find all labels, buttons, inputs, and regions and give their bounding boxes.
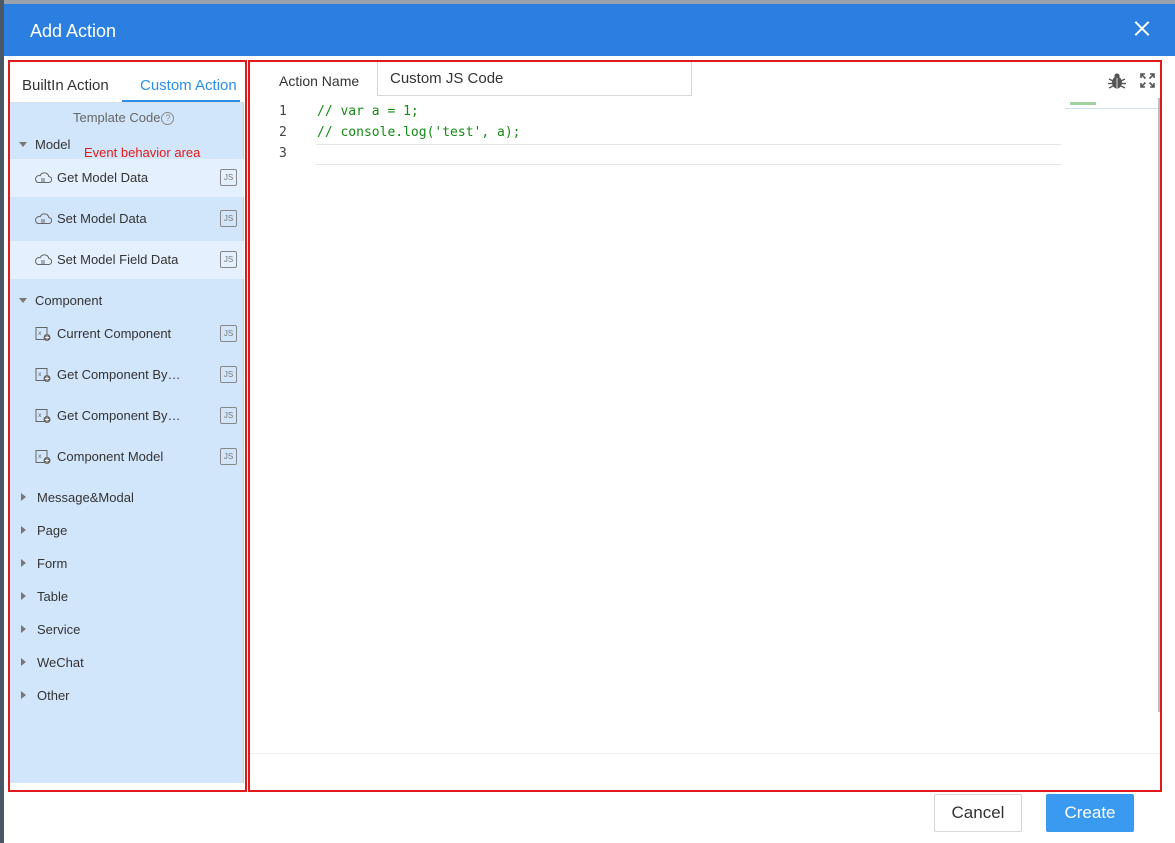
item-label: Get Component By… (57, 367, 181, 382)
caret-down-icon (19, 142, 27, 147)
js-preview-icon[interactable]: JS (220, 366, 237, 383)
action-name-label: Action Name (279, 73, 360, 89)
dialog-header: Add Action (4, 4, 1175, 56)
cancel-button[interactable]: Cancel (934, 794, 1022, 832)
close-icon[interactable] (1129, 16, 1155, 42)
item-label: Get Component By… (57, 408, 181, 423)
svg-text:x: x (38, 330, 42, 337)
svg-text:x: x (38, 453, 42, 460)
tree-group-page[interactable]: Page (19, 523, 67, 538)
tree-item-get-component-by-1[interactable]: x Get Component By… JS (9, 356, 244, 394)
component-plus-icon: x (35, 327, 51, 341)
tree-item-component-model[interactable]: x Component Model JS (9, 438, 244, 476)
component-plus-icon: x (35, 409, 51, 423)
line-number: 3 (279, 146, 287, 161)
active-tab-indicator (122, 100, 240, 102)
group-label: Table (37, 589, 69, 604)
tree-group-form[interactable]: Form (19, 556, 67, 571)
group-label: Message&Modal (37, 490, 134, 505)
tree-group-table[interactable]: Table (19, 589, 68, 604)
active-line-highlight (316, 144, 1061, 165)
js-preview-icon[interactable]: JS (220, 210, 237, 227)
component-plus-icon: x (35, 368, 51, 382)
tree-group-service[interactable]: Service (19, 622, 80, 637)
tree-group-component[interactable]: Component (19, 293, 102, 308)
action-name-input[interactable] (377, 61, 692, 96)
minimap-preview (1070, 102, 1096, 105)
help-icon[interactable]: ? (161, 112, 175, 125)
js-preview-icon[interactable]: JS (220, 251, 237, 268)
add-action-dialog: Add Action BuiltIn Action Custom Action … (4, 4, 1175, 843)
template-code-header: Template Code? (73, 110, 175, 125)
tree-item-set-model-data[interactable]: Set Model Data JS (9, 200, 244, 238)
tab-custom-action[interactable]: Custom Action (140, 77, 237, 94)
code-editor[interactable]: 1 // var a = 1; 2 // console.log('test',… (249, 98, 1160, 752)
tree-item-get-component-by-2[interactable]: x Get Component By… JS (9, 397, 244, 435)
tree-group-model[interactable]: Model (19, 137, 70, 152)
js-preview-icon[interactable]: JS (220, 407, 237, 424)
cloud-database-icon (35, 172, 52, 183)
svg-text:x: x (38, 412, 42, 419)
tree-item-current-component[interactable]: x Current Component JS (9, 315, 244, 353)
item-label: Set Model Field Data (57, 252, 179, 267)
event-behavior-panel: BuiltIn Action Custom Action Template Co… (9, 60, 244, 792)
caret-down-icon (19, 298, 27, 303)
event-behavior-annotation: Event behavior area (84, 145, 201, 160)
tree-group-message-modal[interactable]: Message&Modal (19, 490, 134, 505)
js-preview-icon[interactable]: JS (220, 169, 237, 186)
tree-group-other[interactable]: Other (19, 688, 70, 703)
item-label: Component Model (57, 449, 164, 464)
code-editor-panel: Action Name 1 // var a = 1; 2 (249, 60, 1160, 792)
caret-right-icon (21, 691, 26, 699)
create-button[interactable]: Create (1046, 794, 1134, 832)
fullscreen-expand-icon[interactable] (1140, 73, 1155, 88)
item-label: Current Component (57, 326, 172, 341)
dialog-title: Add Action (30, 21, 117, 41)
caret-right-icon (21, 592, 26, 600)
group-label: Other (37, 688, 70, 703)
caret-right-icon (21, 493, 26, 501)
svg-text:x: x (38, 371, 42, 378)
group-label: Form (37, 556, 68, 571)
code-line: 1 // var a = 1; (249, 102, 1061, 123)
tree-footer (9, 783, 244, 792)
code-line: 2 // console.log('test', a); (249, 123, 1061, 144)
template-code-tree: Template Code? Event behavior area Model… (9, 103, 244, 783)
cloud-database-icon (35, 213, 52, 224)
js-preview-icon[interactable]: JS (220, 448, 237, 465)
action-tabs: BuiltIn Action Custom Action (9, 60, 244, 103)
component-plus-icon: x (35, 450, 51, 464)
caret-right-icon (21, 658, 26, 666)
tree-item-get-model-data[interactable]: Get Model Data JS (9, 159, 244, 197)
editor-footer-divider (249, 753, 1160, 754)
code-text: // var a = 1; (317, 104, 419, 119)
caret-right-icon (21, 625, 26, 633)
cloud-database-icon (35, 254, 52, 265)
code-text: // console.log('test', a); (317, 125, 521, 140)
js-preview-icon[interactable]: JS (220, 325, 237, 342)
group-label: Service (37, 622, 81, 637)
debug-bug-icon[interactable] (1107, 72, 1127, 90)
group-label: Model (35, 137, 71, 152)
group-label: WeChat (37, 655, 84, 670)
group-label: Page (37, 523, 68, 538)
editor-scrollbar[interactable] (1158, 98, 1160, 712)
item-label: Set Model Data (57, 211, 147, 226)
caret-right-icon (21, 559, 26, 567)
template-code-label: Template Code (73, 110, 161, 125)
caret-right-icon (21, 526, 26, 534)
line-number: 1 (279, 104, 287, 119)
line-number: 2 (279, 125, 287, 140)
group-label: Component (35, 293, 103, 308)
tree-item-set-model-field-data[interactable]: Set Model Field Data JS (9, 241, 244, 279)
tab-builtin-action[interactable]: BuiltIn Action (22, 77, 109, 94)
item-label: Get Model Data (57, 170, 149, 185)
tree-group-wechat[interactable]: WeChat (19, 655, 84, 670)
code-minimap[interactable] (1065, 99, 1160, 109)
